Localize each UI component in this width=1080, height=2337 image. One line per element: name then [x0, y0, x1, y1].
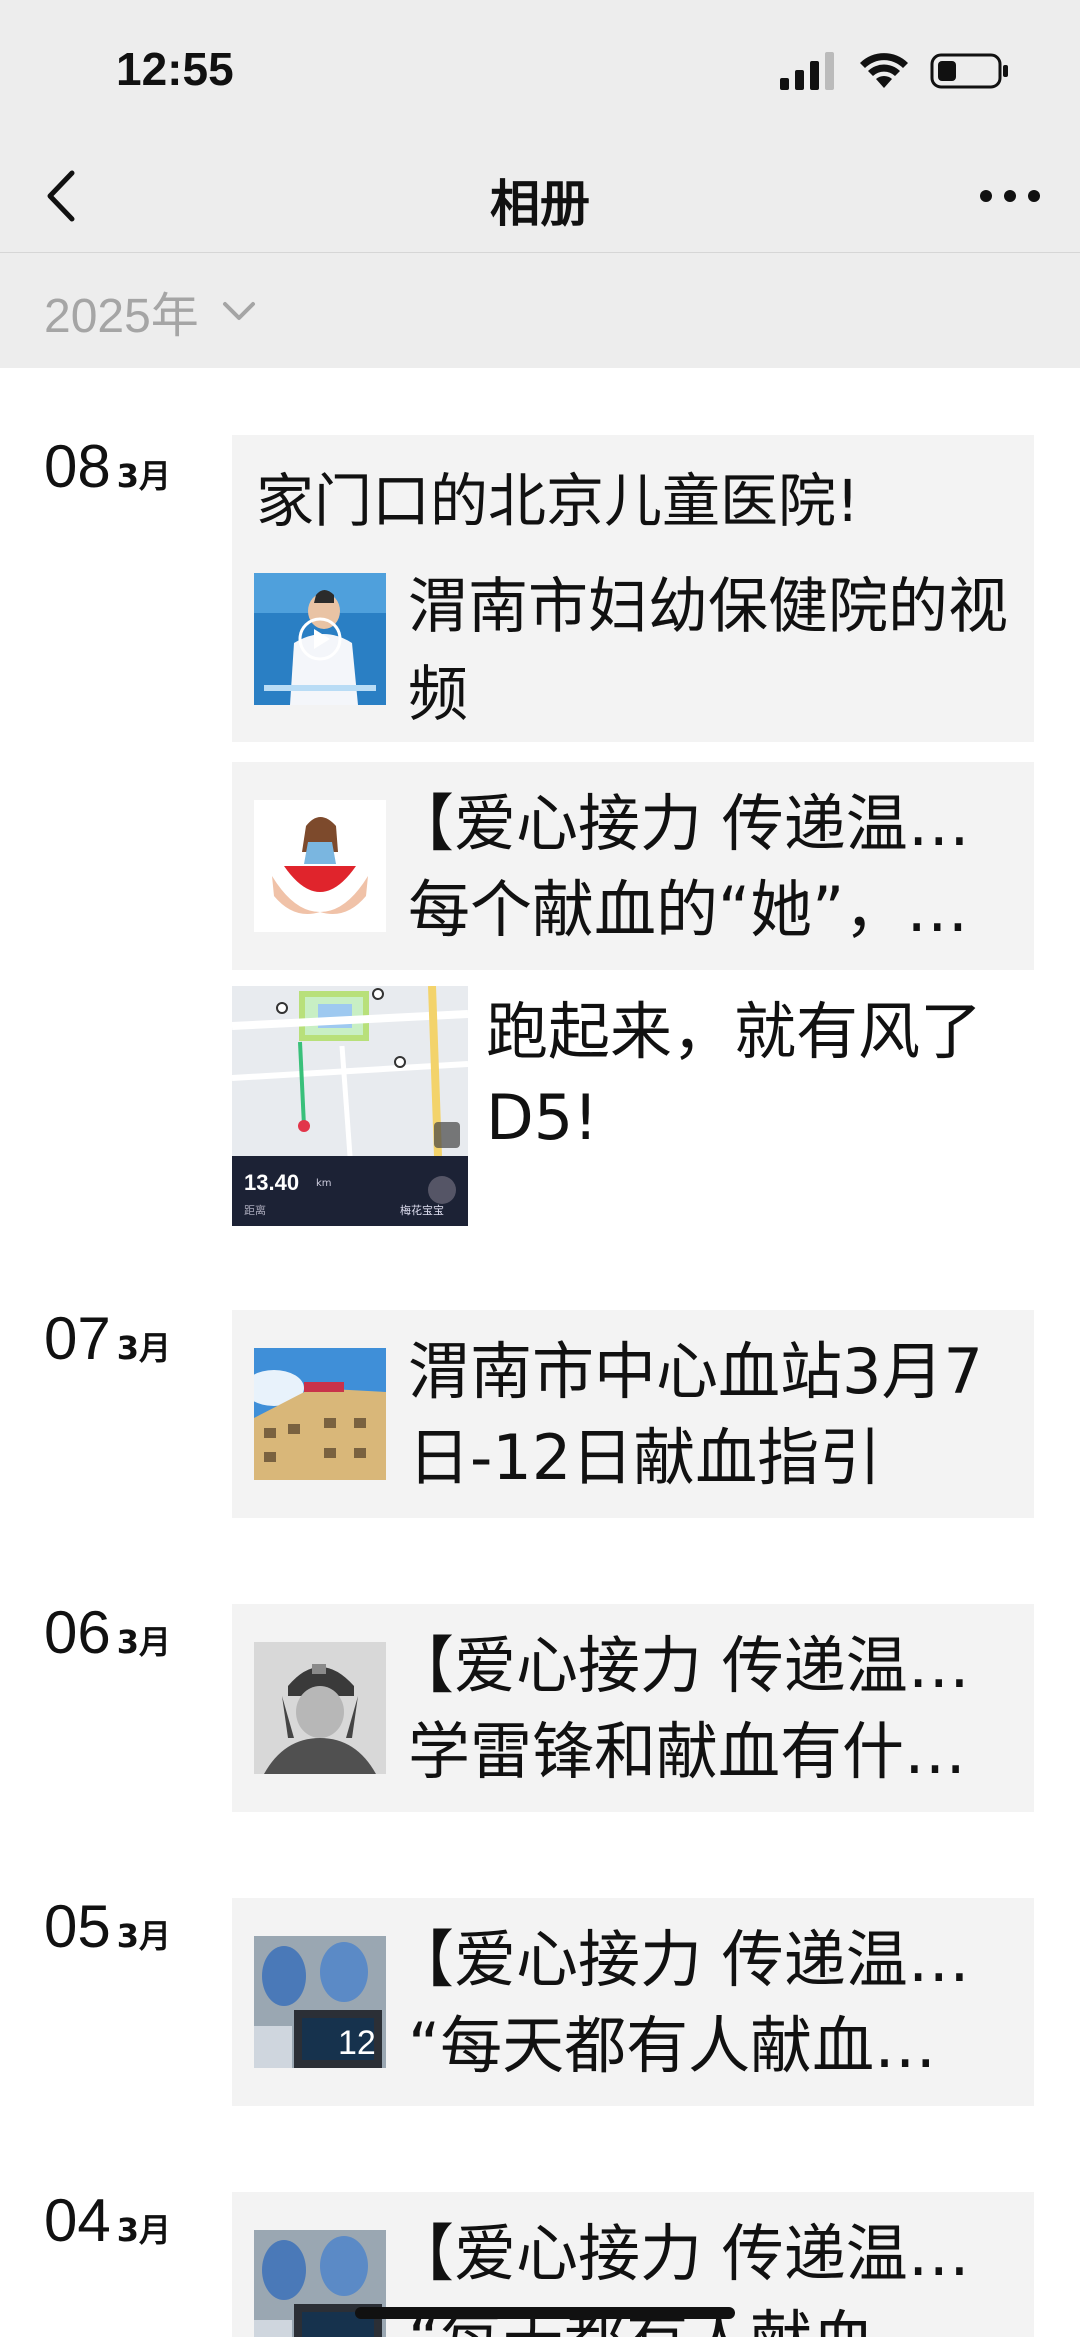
status-icons [780, 52, 1010, 92]
home-indicator[interactable] [355, 2307, 735, 2319]
post-subtitle: 学雷锋和献血有什… [408, 1715, 967, 1788]
year-label: 2025年 [44, 290, 199, 343]
day-month: 3月 [116, 1329, 172, 1367]
post-text: 家门口的北京儿童医院! [256, 467, 860, 535]
battery-icon [930, 53, 1008, 89]
post-title: 【爱心接力 传递温暖】 [392, 787, 1022, 860]
blood-station-building-thumbnail [254, 1348, 386, 1480]
post-subtitle: D5! [486, 1081, 599, 1154]
day-number: 04 [44, 2187, 111, 2254]
page-title: 相册 [490, 175, 590, 233]
day-number: 08 [44, 433, 111, 500]
post-card[interactable]: 【爱心接力 传递温暖】 每个献血的“她”，… [232, 762, 1034, 970]
album-screen: 12:55 相册 2025年 08 3月 家门口的北京儿童医院! 渭南市妇幼保健… [0, 0, 1080, 2337]
nav-bar: 相册 [0, 140, 1080, 252]
chevron-down-icon [222, 302, 255, 320]
day-label: 04 3月 [44, 2186, 171, 2255]
post-card[interactable]: 渭南市中心血站3月7 日-12日献血指引 [232, 1310, 1034, 1518]
run-distance-value: 13.40 [244, 1170, 300, 1195]
post-card[interactable]: 13.40 km 距离 梅花宝宝 跑起来，就有风了 D5! [232, 986, 1034, 1226]
post-subtitle: 每个献血的“她”，… [408, 873, 969, 946]
day-label: 06 3月 [44, 1598, 171, 1667]
year-filter-bar: 2025年 [0, 253, 1080, 368]
day-label: 05 3月 [44, 1892, 171, 1961]
post-subtitle: 日-12日献血指引 [408, 1421, 882, 1494]
post-card[interactable]: 【爱心接力 传递温暖】 学雷锋和献血有什… [232, 1604, 1034, 1812]
running-map-thumbnail: 13.40 km 距离 梅花宝宝 [232, 986, 468, 1226]
more-icon[interactable] [978, 176, 1042, 216]
post-title: 【爱心接力 传递温暖】 [392, 1629, 1022, 1702]
day-label: 07 3月 [44, 1304, 171, 1373]
run-distance-unit: km [316, 1178, 332, 1189]
status-bar: 12:55 [0, 0, 1080, 140]
post-subtitle: “每天都有人献血… [408, 2009, 937, 2082]
lei-feng-portrait-thumbnail [254, 1642, 386, 1774]
day-label: 08 3月 [44, 432, 171, 501]
run-user-name: 梅花宝宝 [400, 1204, 444, 1217]
day-number: 05 [44, 1893, 111, 1960]
day-number: 06 [44, 1599, 111, 1666]
heart-hands-thumbnail [254, 800, 386, 932]
svg-text:12: 12 [338, 2024, 376, 2062]
day-month: 3月 [116, 1917, 172, 1955]
day-number: 07 [44, 1305, 111, 1372]
post-card[interactable]: 家门口的北京儿童医院! 渭南市妇幼保健院的视频 [232, 435, 1034, 742]
day-month: 3月 [116, 2211, 172, 2249]
post-title: 渭南市中心血站3月7 [408, 1335, 983, 1408]
status-time: 12:55 [116, 43, 234, 95]
year-selector[interactable]: 2025年 [44, 281, 257, 343]
run-distance-label: 距离 [244, 1204, 266, 1217]
post-title: 跑起来，就有风了 [486, 995, 983, 1068]
doctor-video-thumbnail [254, 573, 386, 705]
blood-donation-room-thumbnail: 12 [254, 1936, 386, 2068]
day-month: 3月 [116, 457, 172, 495]
wifi-icon [860, 53, 908, 88]
post-card[interactable]: 12 【爱心接力 传递温暖】 “每天都有人献血… [232, 1898, 1034, 2106]
post-title: 【爱心接力 传递温暖】 [392, 1923, 1022, 1996]
blood-donation-room-thumbnail [254, 2230, 386, 2337]
day-month: 3月 [116, 1623, 172, 1661]
signal-icon [780, 52, 834, 90]
post-text: 渭南市妇幼保健院的视频 [408, 572, 1008, 730]
post-title: 【爱心接力 传递温暖】 [392, 2217, 1022, 2290]
